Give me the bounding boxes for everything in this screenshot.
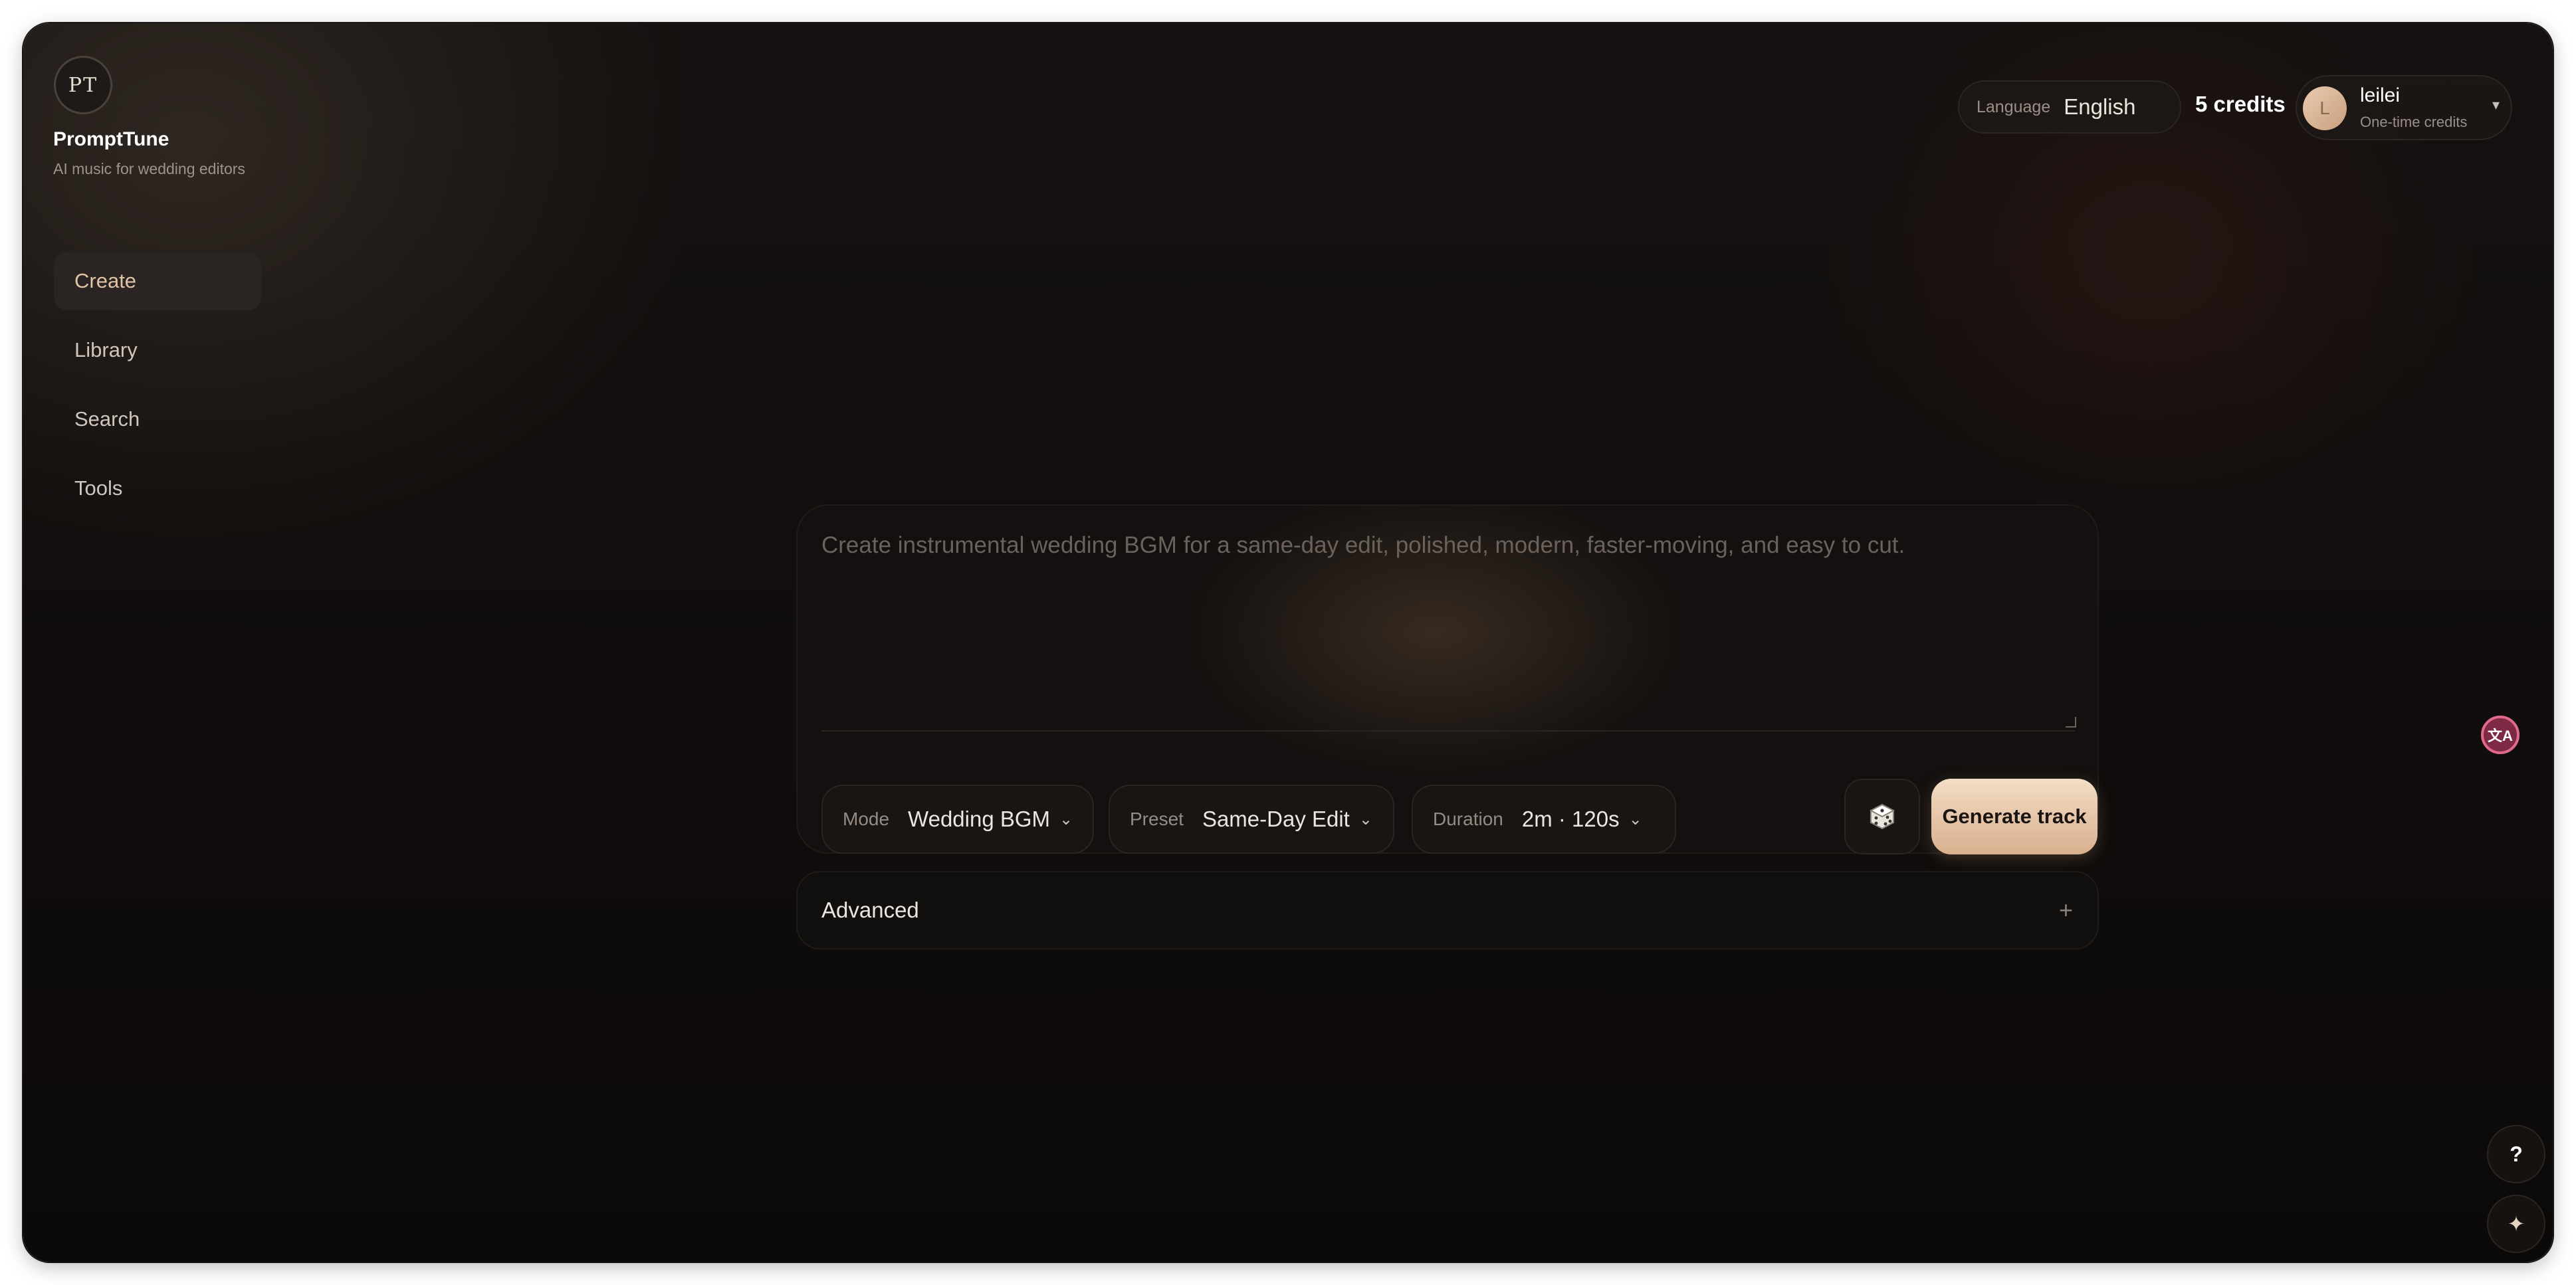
logo-badge[interactable]: PT bbox=[54, 56, 112, 114]
advanced-label: Advanced bbox=[821, 898, 919, 922]
brand-tagline: AI music for wedding editors bbox=[53, 160, 245, 177]
chevron-down-icon: ⌄ bbox=[1358, 810, 1372, 829]
preset-label: Preset bbox=[1130, 809, 1184, 829]
sidebar-item-create[interactable]: Create bbox=[54, 252, 261, 310]
user-menu[interactable]: L leilei One-time credits ▾ bbox=[2296, 75, 2512, 140]
language-selector[interactable]: Language English bbox=[1958, 80, 2181, 134]
user-name: leilei bbox=[2360, 84, 2401, 106]
resize-handle-icon[interactable] bbox=[2066, 717, 2076, 728]
credits-count: 5 credits bbox=[2195, 92, 2286, 116]
sidebar-item-search[interactable]: Search bbox=[54, 390, 261, 448]
sidebar-item-tools[interactable]: Tools bbox=[54, 459, 261, 518]
avatar: L bbox=[2303, 86, 2347, 130]
duration-value: 2m · 120s bbox=[1521, 807, 1620, 831]
mode-select[interactable]: Mode Wedding BGM ⌄ bbox=[821, 785, 1094, 854]
caret-down-icon: ▾ bbox=[2492, 96, 2500, 113]
language-value: English bbox=[2064, 94, 2136, 119]
language-label: Language bbox=[1977, 97, 2051, 116]
chevron-down-icon: ⌄ bbox=[1059, 810, 1073, 829]
duration-label: Duration bbox=[1433, 809, 1503, 829]
duration-select[interactable]: Duration 2m · 120s ⌄ bbox=[1412, 785, 1676, 854]
dice-icon bbox=[1869, 803, 1895, 830]
chevron-down-icon: ⌄ bbox=[1628, 810, 1642, 829]
mode-label: Mode bbox=[843, 809, 890, 829]
brand-name: PromptTune bbox=[53, 128, 169, 150]
sidebar-item-library[interactable]: Library bbox=[54, 321, 261, 379]
generate-track-button[interactable]: Generate track bbox=[1931, 779, 2097, 854]
preset-select[interactable]: Preset Same-Day Edit ⌄ bbox=[1109, 785, 1394, 854]
translate-widget-icon[interactable]: 文A bbox=[2481, 716, 2520, 754]
advanced-section-toggle[interactable]: Advanced + bbox=[796, 871, 2099, 949]
mode-value: Wedding BGM bbox=[908, 807, 1051, 831]
prompt-composer: Mode Wedding BGM ⌄ Preset Same-Day Edit … bbox=[796, 504, 2099, 854]
preset-value: Same-Day Edit bbox=[1202, 807, 1350, 831]
randomize-button[interactable] bbox=[1844, 779, 1920, 854]
app-window: PT PromptTune AI music for wedding edito… bbox=[23, 23, 2553, 1262]
sidebar-nav: Create Library Search Tools bbox=[54, 252, 261, 528]
sparkle-button[interactable]: ✦ bbox=[2487, 1195, 2545, 1253]
help-button[interactable]: ? bbox=[2487, 1125, 2545, 1183]
plus-icon: + bbox=[2059, 896, 2074, 924]
user-plan: One-time credits bbox=[2360, 114, 2468, 130]
prompt-input[interactable] bbox=[821, 532, 2075, 732]
